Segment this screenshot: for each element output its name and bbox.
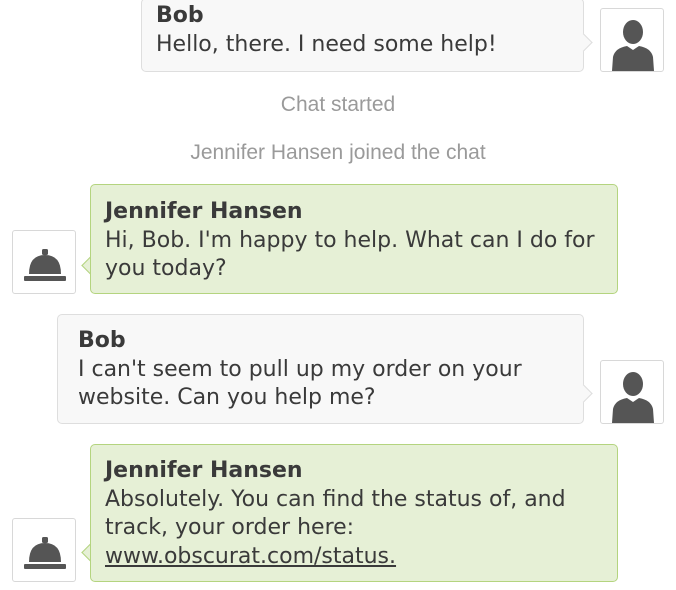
visitor-avatar	[600, 8, 664, 72]
agent-message: Jennifer Hansen Hi, Bob. I'm happy to he…	[90, 184, 618, 294]
agent-message: Jennifer Hansen Absolutely. You can find…	[90, 444, 618, 582]
agent-joined-event: Jennifer Hansen joined the chat	[190, 141, 486, 164]
visitor-message: Bob I can't seem to pull up my order on …	[57, 314, 584, 424]
message-text: Absolutely. You can find the status of, …	[105, 486, 566, 541]
service-bell-icon	[24, 249, 66, 281]
message-text: I can't seem to pull up my order on your…	[78, 356, 522, 411]
message-text: Hi, Bob. I'm happy to help. What can I d…	[105, 227, 595, 282]
message-sender: Jennifer Hansen	[105, 199, 303, 224]
person-silhouette-icon	[612, 20, 654, 71]
visitor-message: Bob Hello, there. I need some help!	[141, 0, 584, 72]
message-text: Hello, there. I need some help!	[156, 31, 497, 57]
message-sender: Bob	[78, 328, 126, 353]
person-silhouette-icon	[612, 372, 654, 423]
service-bell-icon	[24, 537, 66, 569]
message-sender: Jennifer Hansen	[105, 458, 303, 483]
visitor-avatar	[600, 360, 664, 424]
agent-avatar	[12, 230, 76, 294]
order-status-link[interactable]: www.obscurat.com/status.	[105, 543, 603, 572]
chat-started-event: Chat started	[280, 93, 396, 116]
agent-avatar	[12, 518, 76, 582]
message-sender: Bob	[156, 3, 204, 28]
